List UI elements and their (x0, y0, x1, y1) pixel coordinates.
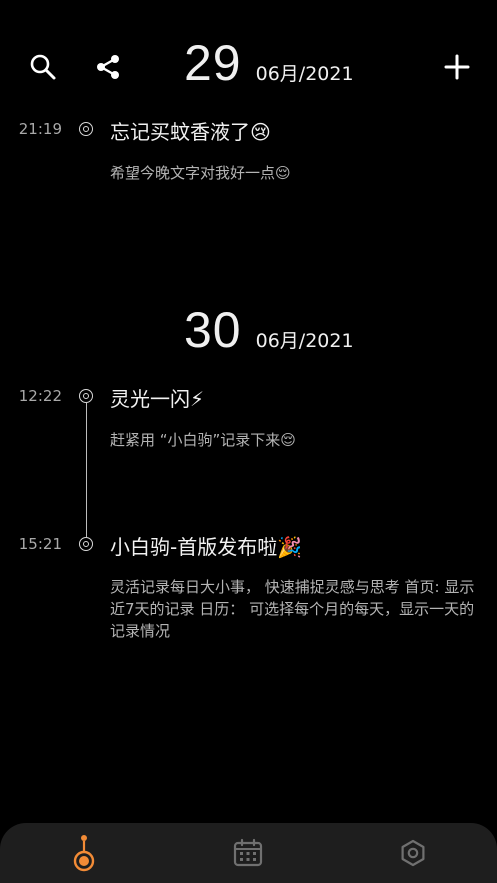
plus-icon (444, 54, 470, 80)
entry-title: 忘记买蚊香液了😢 (110, 120, 271, 144)
settings-icon (401, 839, 425, 867)
calendar-icon (233, 838, 263, 867)
entry-body: 赶紧用 “小白驹”记录下来😌 (110, 431, 296, 449)
timeline-node-icon (79, 537, 93, 551)
share-icon (97, 55, 119, 79)
day-month-year: 06月/2021 (255, 63, 354, 85)
entry-body: 灵活记录每日大小事， 快速捕捉灵感与思考 首页: 显示近7天的记录 日历： 可选… (110, 578, 475, 640)
day-number: 30 (184, 302, 242, 358)
search-button[interactable] (26, 52, 60, 82)
day-number: 29 (184, 35, 242, 91)
add-entry-button[interactable] (440, 50, 474, 84)
timeline-icon (73, 835, 95, 872)
entry-title: 灵光一闪⚡ (110, 387, 205, 411)
timeline-connector (85, 403, 87, 537)
timeline-node-icon (79, 389, 93, 403)
timeline-node-icon (79, 122, 93, 136)
search-icon (30, 54, 56, 80)
day-month-year: 06月/2021 (255, 330, 354, 352)
entry-time: 15:21 (18, 535, 62, 553)
day-header-30: 30 06月/2021 (184, 301, 354, 359)
day-header-29: 29 06月/2021 (184, 34, 354, 92)
bottom-tab-bar (0, 823, 497, 883)
entry-body: 希望今晚文字对我好一点😌 (110, 164, 291, 182)
tab-settings[interactable] (393, 833, 433, 873)
tab-timeline[interactable] (64, 833, 104, 873)
entry-time: 12:22 (18, 387, 62, 405)
entry-time: 21:19 (18, 120, 62, 138)
entry-title: 小白驹-首版发布啦🎉 (110, 535, 303, 559)
share-button[interactable] (92, 52, 124, 82)
tab-calendar[interactable] (228, 833, 268, 873)
